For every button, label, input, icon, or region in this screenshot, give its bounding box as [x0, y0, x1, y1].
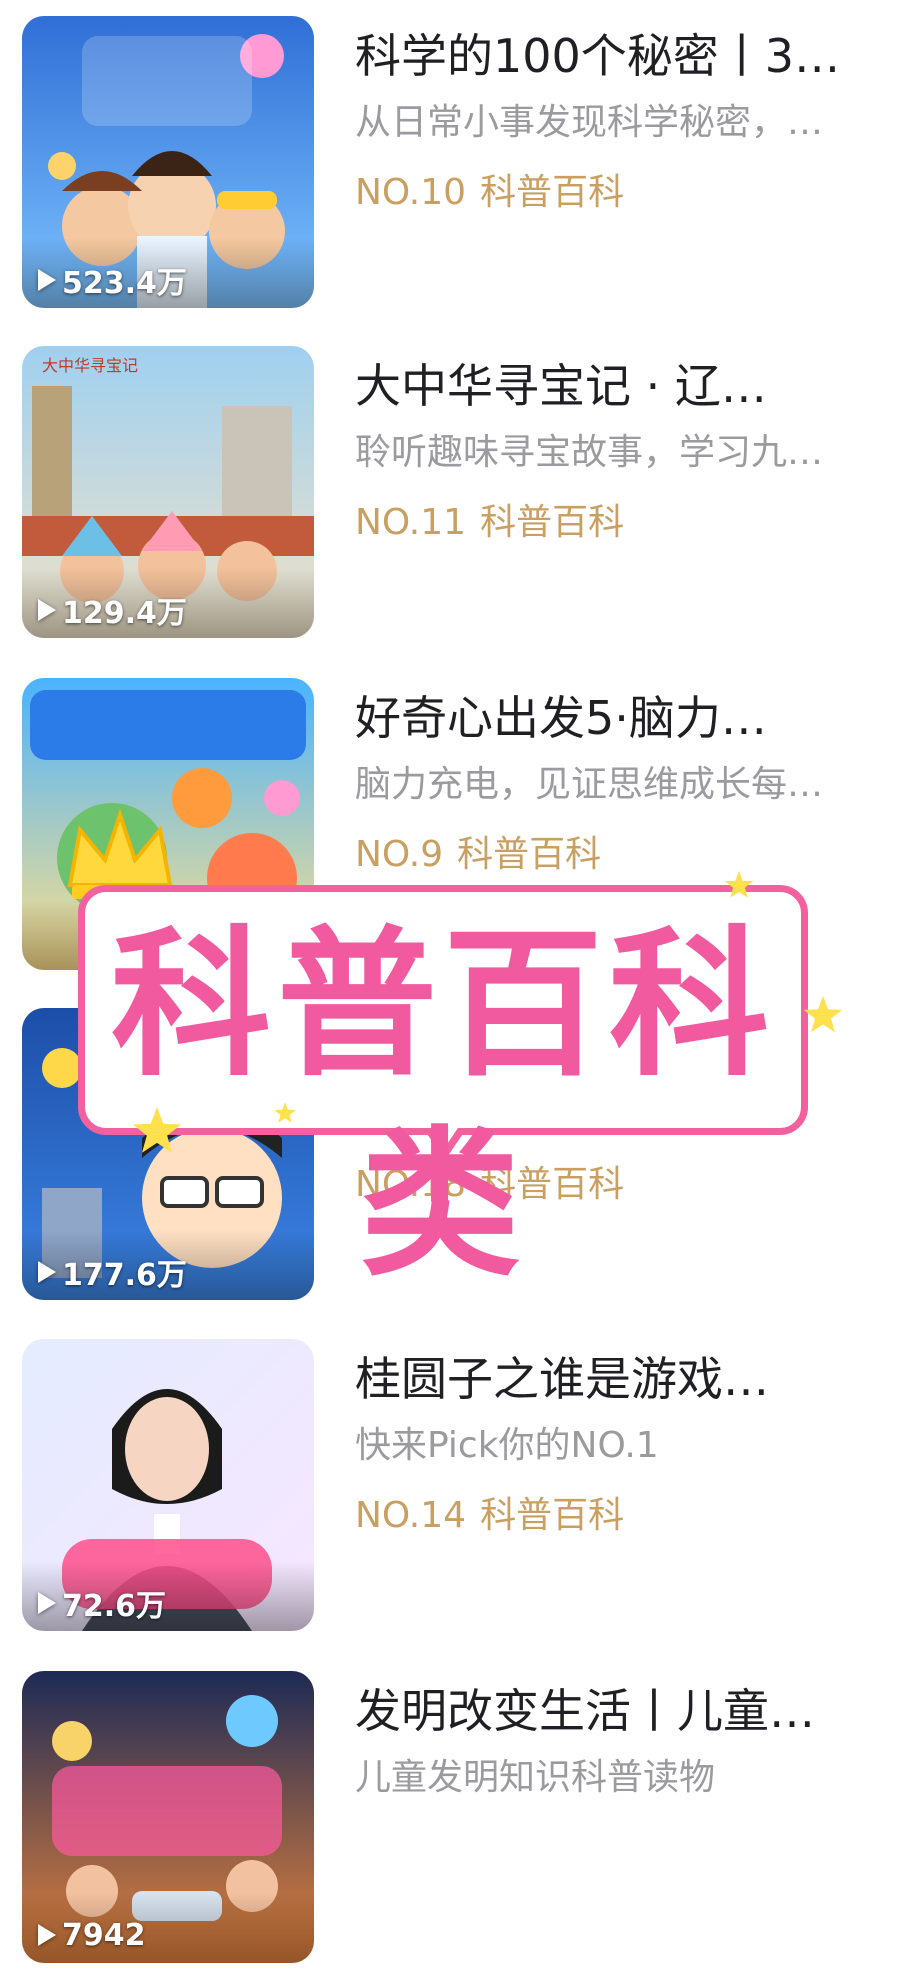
- play-count-value: 129.4万: [62, 596, 187, 631]
- item-subtitle: 快来Pick你的NO.1: [355, 1425, 659, 1466]
- category-banner: 科普百科类: [78, 885, 814, 1298]
- item-subtitle: 聆听趣味寻宝故事，学习九…: [355, 432, 824, 473]
- item-title[interactable]: 好奇心出发5·脑力…: [355, 690, 875, 746]
- item-title[interactable]: 桂圆子之谁是游戏…: [355, 1351, 875, 1407]
- item-subtitle: 儿童发明知识科普读物: [355, 1757, 716, 1798]
- play-icon: [38, 1261, 56, 1283]
- rank-number: NO.9: [355, 834, 444, 875]
- star-icon: [132, 1106, 182, 1153]
- item-title[interactable]: 大中华寻宝记 · 辽…: [355, 358, 875, 414]
- star-icon: [803, 995, 843, 1033]
- play-count-value: 7942: [62, 1917, 146, 1953]
- play-count: 7942: [38, 1915, 146, 1955]
- rank-category: 科普百科: [480, 172, 625, 213]
- item-subtitle: 从日常小事发现科学秘密，…: [355, 102, 824, 143]
- play-count: 523.4万: [38, 260, 187, 301]
- play-icon: [38, 269, 56, 291]
- play-icon: [38, 599, 56, 621]
- cover-image[interactable]: 523.4万: [22, 16, 314, 308]
- rank-number: NO.10: [355, 172, 467, 213]
- list-item[interactable]: 72.6万 桂圆子之谁是游戏… 快来Pick你的NO.1 NO.14 科普百科: [0, 1323, 908, 1631]
- cover-image[interactable]: 大中华寻宝记 129.4万: [22, 346, 314, 638]
- cover-image[interactable]: 72.6万: [22, 1339, 314, 1631]
- play-count-value: 523.4万: [62, 266, 187, 301]
- star-icon: [724, 870, 754, 898]
- banner-text: 科普百科类: [110, 911, 775, 1298]
- rank-category: 科普百科: [457, 834, 602, 875]
- rank-category: 科普百科: [480, 1495, 625, 1536]
- list-item[interactable]: 523.4万 科学的100个秘密丨3… 从日常小事发现科学秘密，… NO.10 科…: [0, 0, 908, 308]
- star-icon: [274, 1102, 296, 1123]
- cover-image[interactable]: 7942: [22, 1671, 314, 1963]
- play-icon: [38, 1924, 56, 1946]
- rank-label: NO.10 科普百科: [355, 170, 624, 216]
- item-title[interactable]: 科学的100个秘密丨3…: [355, 28, 875, 84]
- list-item[interactable]: 7942 发明改变生活丨儿童… 儿童发明知识科普读物: [0, 1655, 908, 1963]
- rank-number: NO.14: [355, 1495, 467, 1536]
- rank-category: 科普百科: [480, 502, 625, 543]
- play-count-value: 72.6万: [62, 1589, 167, 1624]
- rank-label: NO.11 科普百科: [355, 500, 624, 546]
- play-count: 129.4万: [38, 590, 187, 631]
- item-title[interactable]: 发明改变生活丨儿童…: [355, 1683, 875, 1739]
- rank-number: NO.11: [355, 502, 467, 543]
- rank-label: NO.9 科普百科: [355, 832, 601, 878]
- svg-text:大中华寻宝记: 大中华寻宝记: [42, 356, 138, 375]
- list-item[interactable]: 大中华寻宝记 129.4万 大中华寻宝记 · 辽… 聆听趣味寻宝故事，学习九… …: [0, 330, 908, 638]
- rank-label: NO.14 科普百科: [355, 1493, 624, 1539]
- play-count: 72.6万: [38, 1583, 167, 1624]
- item-subtitle: 脑力充电，见证思维成长每…: [355, 764, 824, 805]
- play-icon: [38, 1592, 56, 1614]
